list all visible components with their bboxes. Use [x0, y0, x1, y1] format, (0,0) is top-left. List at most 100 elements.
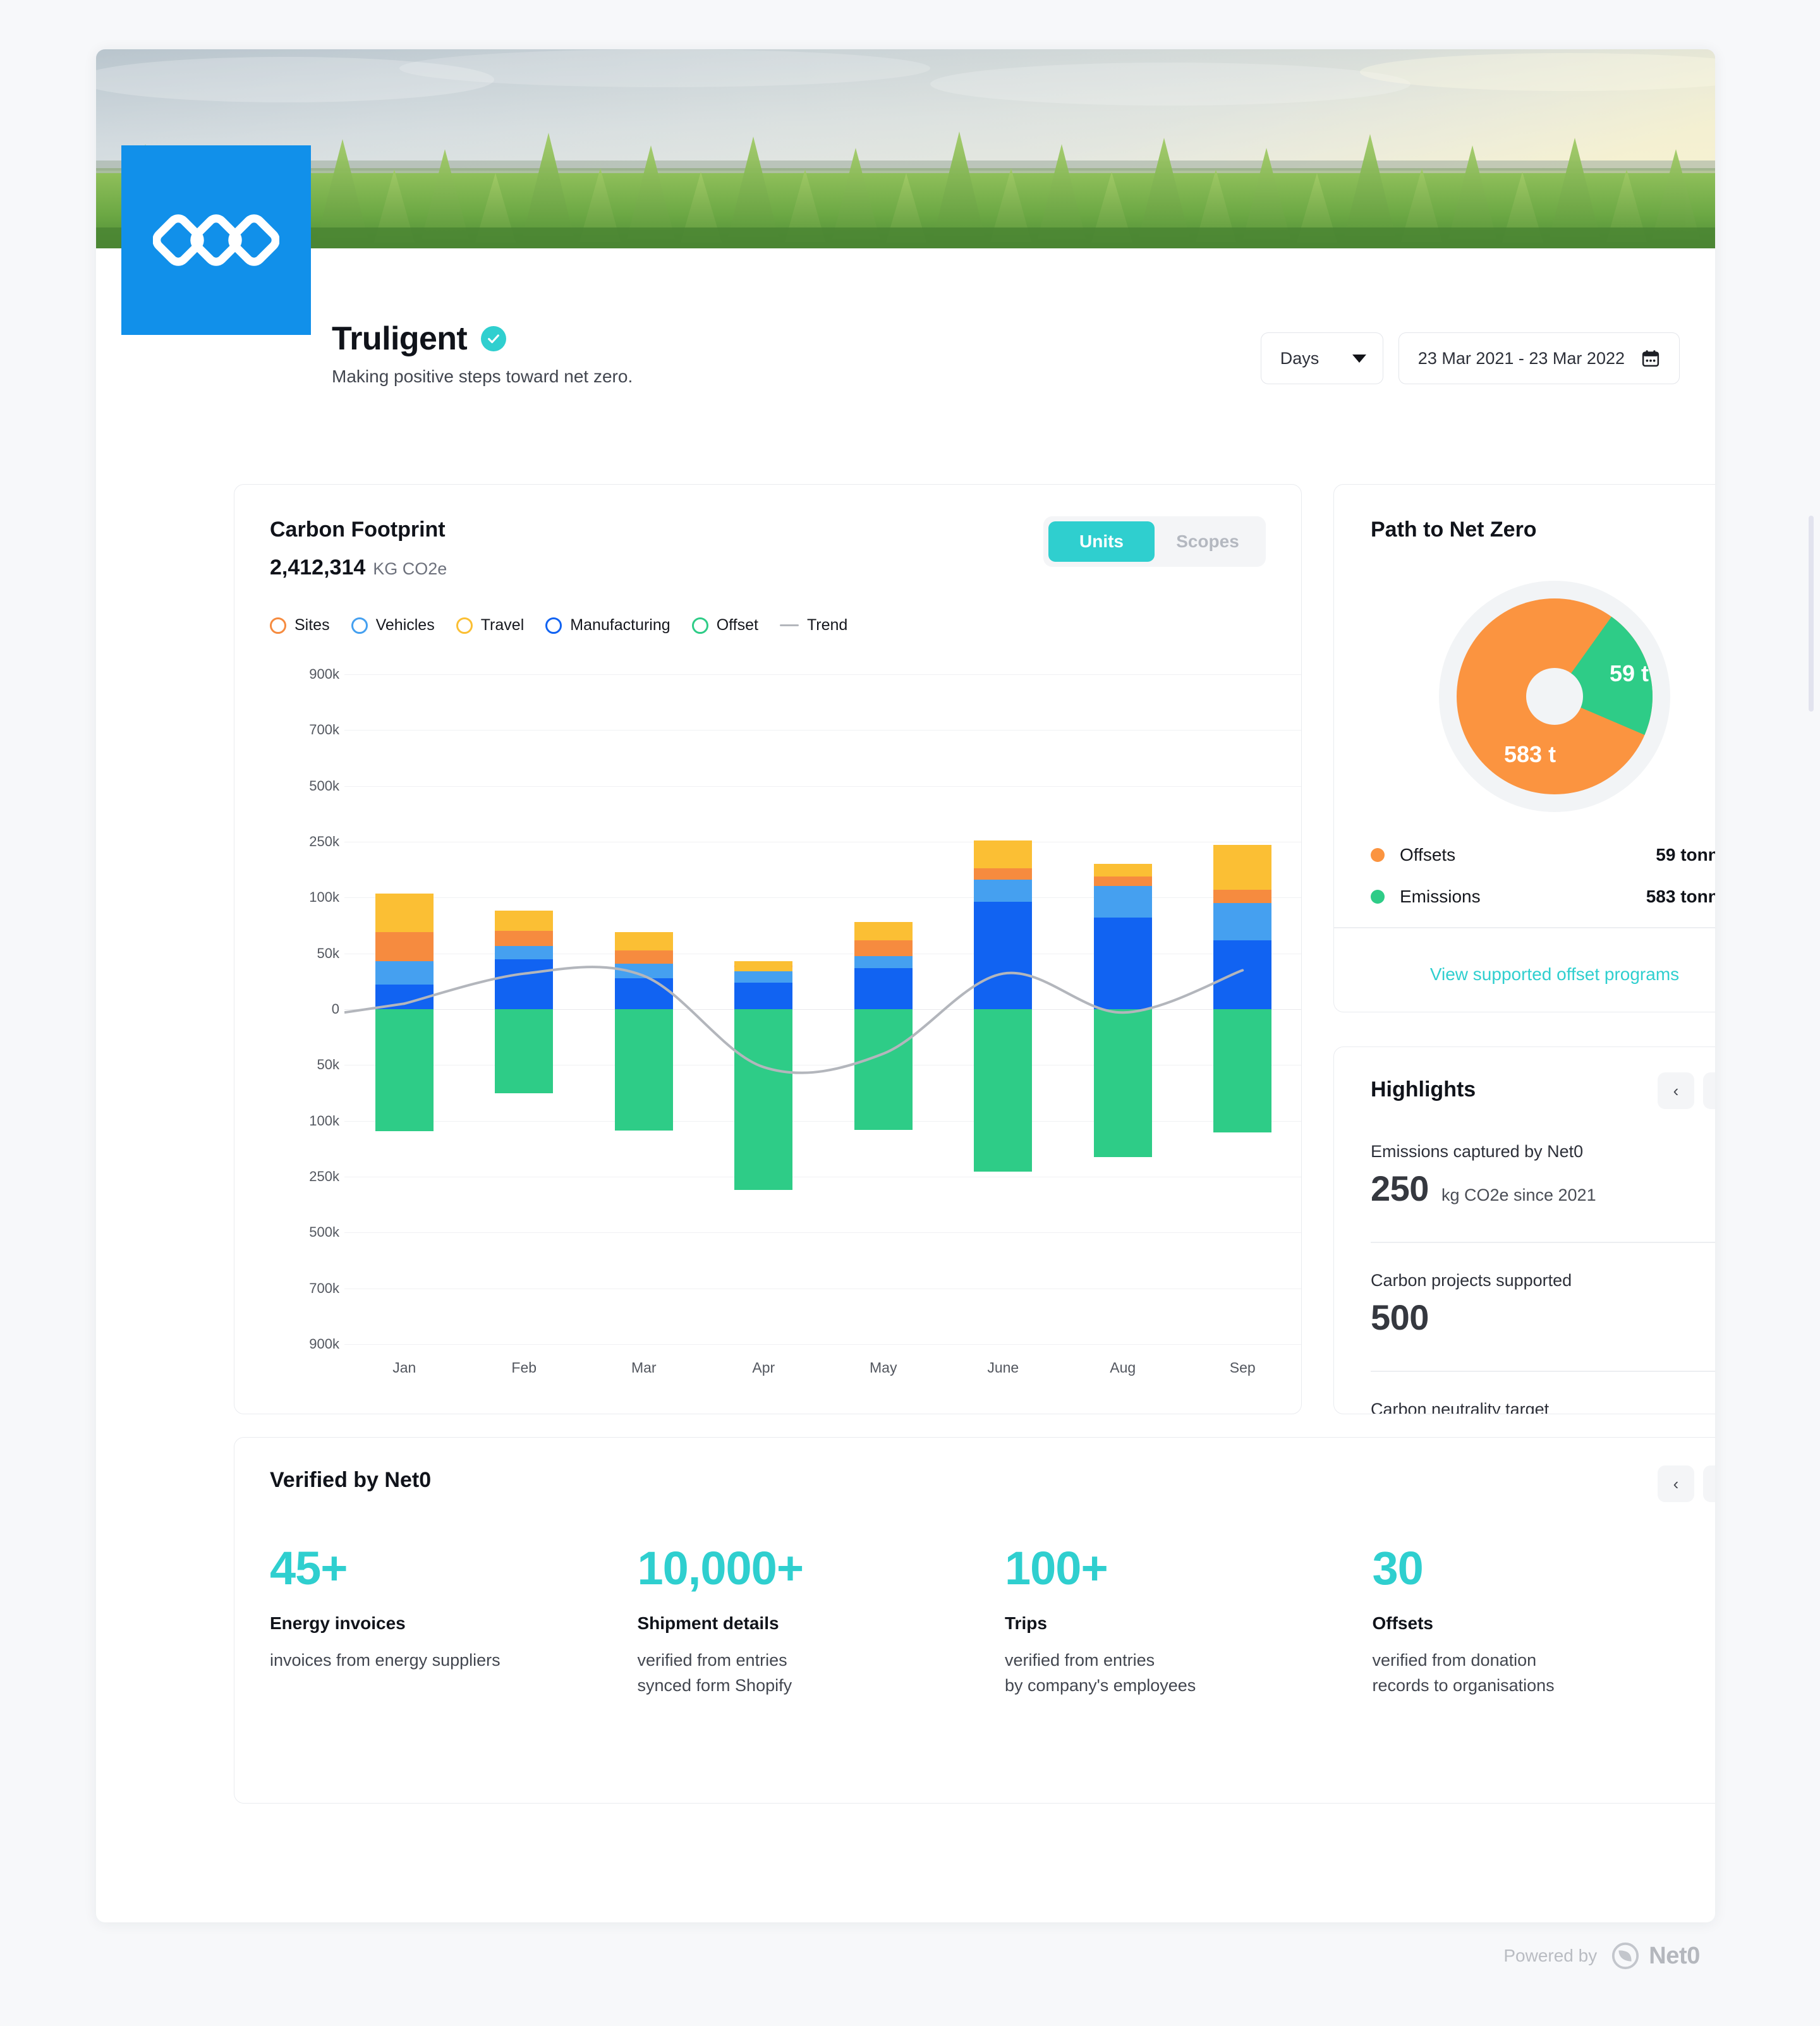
chevron-right-icon[interactable]: › — [1703, 1072, 1715, 1109]
company-logo — [121, 145, 311, 335]
net-zero-donut-chart: 59 t 583 t — [1438, 579, 1671, 813]
chevron-left-icon[interactable]: ‹ — [1658, 1465, 1694, 1502]
powered-by-label: Powered by — [1503, 1946, 1598, 1965]
legend-item-trend[interactable]: Trend — [779, 616, 848, 634]
bar-segment-manufacturing — [495, 959, 554, 1009]
x-axis-tick: Sep — [1229, 1359, 1256, 1376]
legend-item-travel[interactable]: Travel — [456, 616, 525, 634]
bar-segment-offset — [1213, 1009, 1272, 1132]
path-to-net-zero-card: Path to Net Zero 59 t 583 t Offsets 59 to… — [1333, 484, 1715, 1012]
highlights-nav: ‹ › — [1658, 1072, 1715, 1109]
verified-stat-number: 30 — [1372, 1542, 1424, 1594]
highlights-title: Highlights — [1371, 1077, 1476, 1101]
bar-segment-vehicles — [854, 955, 913, 968]
legend-item-manufacturing[interactable]: Manufacturing — [545, 616, 670, 634]
net-zero-legend-row: Emissions 583 tonnes — [1371, 887, 1715, 907]
bar-column[interactable] — [614, 662, 673, 1357]
net-zero-legend-row: Offsets 59 tonnes — [1371, 845, 1715, 865]
y-axis-tick: 50k — [317, 1057, 339, 1072]
x-axis-tick: Aug — [1110, 1359, 1136, 1376]
bar-segment-offset — [614, 1009, 673, 1131]
verified-stat: 10,000+ Shipment details verified from ent… — [638, 1544, 1005, 1699]
verified-stat: 100+ Trips verified from entries by company… — [1005, 1544, 1373, 1699]
bar-segment-vehicles — [614, 963, 673, 978]
verified-stat: 30 Offsets verified from donation records t… — [1373, 1544, 1716, 1699]
verified-stat: 45+ Energy invoices invoices from energy s… — [270, 1544, 638, 1699]
bar-bottom-cap — [854, 1120, 913, 1131]
bar-column[interactable] — [495, 662, 554, 1357]
highlight-label: Carbon projects supported — [1371, 1271, 1572, 1290]
verified-title: Verified by Net0 — [270, 1468, 432, 1492]
page-scrollbar[interactable] — [1809, 0, 1817, 2026]
granularity-select[interactable]: Days — [1260, 332, 1383, 384]
legend-swatch-icon — [691, 617, 708, 634]
view-offset-programs-link[interactable]: View supported offset programs — [1334, 937, 1715, 1012]
verified-stat-description: verified from entries synced form Shopify — [637, 1650, 792, 1695]
total-value: 2,412,314 — [270, 555, 366, 579]
net0-logo-icon — [1611, 1941, 1640, 1970]
chevron-left-icon[interactable]: ‹ — [1658, 1072, 1694, 1109]
highlight-value: 500 — [1371, 1297, 1429, 1337]
bar-bottom-cap — [614, 1120, 673, 1131]
bar-top-cap — [734, 961, 793, 972]
legend-label: Sites — [294, 616, 330, 634]
y-axis-tick: 100k — [309, 889, 339, 905]
bar-segment-sites — [1213, 889, 1272, 903]
bar-top-cap — [974, 840, 1033, 851]
verified-stat-description: verified from entries by company's employ… — [1005, 1650, 1196, 1695]
legend-swatch-icon — [270, 617, 286, 634]
tab-units[interactable]: Units — [1048, 521, 1155, 562]
x-axis-tick: June — [987, 1359, 1019, 1376]
chevron-right-icon[interactable]: › — [1703, 1465, 1715, 1502]
legend-item-offset[interactable]: Offset — [691, 616, 758, 634]
bar-segment-offset — [974, 1009, 1033, 1172]
legend-label: Travel — [480, 616, 525, 634]
legend-label: Trend — [806, 616, 848, 634]
units-scopes-toggle: Units Scopes — [1043, 516, 1266, 567]
legend-item-vehicles[interactable]: Vehicles — [351, 616, 435, 634]
highlight-divider — [1371, 1242, 1715, 1243]
highlights-card: Highlights ‹ › Emissions captured by Net… — [1333, 1046, 1715, 1414]
bar-bottom-cap — [1213, 1122, 1272, 1132]
page-root: Truligent Making positive steps toward n… — [0, 0, 1820, 2026]
dashboard-sheet: Truligent Making positive steps toward n… — [96, 49, 1715, 1922]
footer: Powered by Net0 — [1503, 1941, 1700, 1970]
legend-item-sites[interactable]: Sites — [270, 616, 330, 634]
bar-column[interactable] — [734, 662, 793, 1357]
bar-segment-vehicles — [1213, 902, 1272, 940]
verified-stat-name: Energy invoices — [270, 1613, 406, 1633]
bar-segment-offset — [1093, 1009, 1152, 1158]
legend-label: Offsets — [1400, 845, 1456, 864]
chart-legend: Sites Vehicles Travel Manufacturing Offset Tr… — [270, 616, 847, 634]
bar-top-cap — [375, 893, 434, 904]
date-range-picker[interactable]: 23 Mar 2021 - 23 Mar 2022 — [1398, 332, 1680, 384]
bar-segment-offset — [734, 1009, 793, 1191]
verified-stat-number: 100+ — [1005, 1542, 1108, 1594]
bar-bottom-cap — [974, 1161, 1033, 1172]
bar-segment-sites — [375, 932, 434, 962]
y-axis-tick: 50k — [317, 945, 339, 961]
bar-bottom-cap — [1093, 1147, 1152, 1158]
bar-segment-manufacturing — [614, 978, 673, 1009]
net-zero-divider — [1334, 927, 1715, 928]
verified-stat-description: verified from donation records to organis… — [1372, 1650, 1555, 1695]
y-axis-tick: 100k — [309, 1113, 339, 1129]
bar-column[interactable] — [375, 662, 434, 1357]
bar-segment-manufacturing — [974, 902, 1033, 1009]
bar-segment-vehicles — [375, 961, 434, 985]
bar-column[interactable] — [1093, 662, 1152, 1357]
header-controls: Days 23 Mar 2021 - 23 Mar 2022 — [1260, 332, 1680, 384]
highlight-label: Carbon neutrality target — [1371, 1400, 1550, 1414]
tab-scopes[interactable]: Scopes — [1155, 521, 1261, 562]
bar-column[interactable] — [854, 662, 913, 1357]
bar-segment-offset — [854, 1009, 913, 1131]
granularity-value: Days — [1280, 348, 1320, 368]
bar-bottom-cap — [375, 1121, 434, 1132]
x-axis-tick: Apr — [752, 1359, 775, 1376]
verified-check-icon — [481, 326, 507, 351]
bar-column[interactable] — [1213, 662, 1272, 1357]
scrollbar-thumb[interactable] — [1809, 516, 1814, 712]
bar-segment-vehicles — [974, 879, 1033, 902]
bar-column[interactable] — [974, 662, 1033, 1357]
y-axis-labels: 900k 700k 500k 250k 100k 50k 0 50k 100k 250k 500k 7… — [270, 662, 339, 1357]
